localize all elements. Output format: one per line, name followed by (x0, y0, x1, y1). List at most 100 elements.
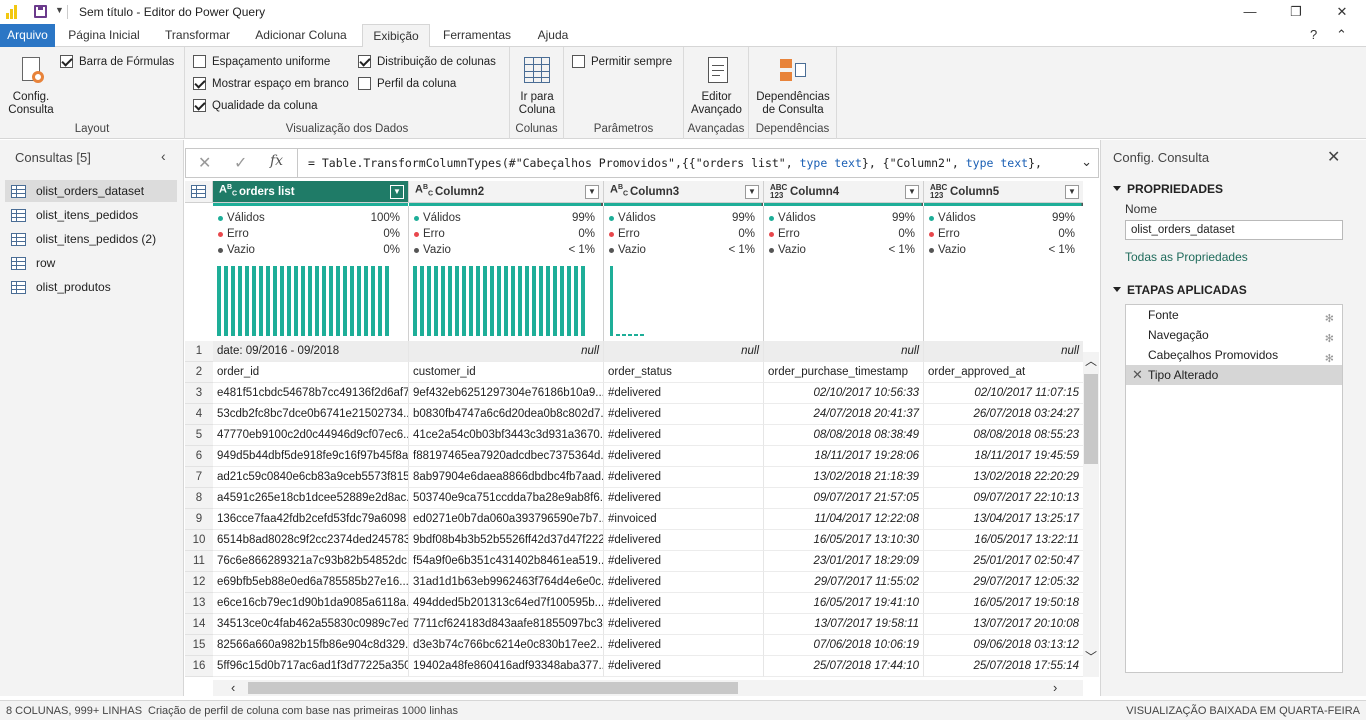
table-cell[interactable]: 29/07/2017 12:05:32 (924, 572, 1083, 593)
formula-input[interactable]: = Table.TransformColumnTypes(#"Cabeçalho… (308, 156, 1042, 170)
table-cell[interactable]: #invoiced (604, 509, 764, 530)
table-cell[interactable]: 76c6e866289321a7c93b82b54852dc... (213, 551, 409, 572)
table-cell[interactable]: 7711cf624183d843aafe81855097bc37 (409, 614, 604, 635)
row-number[interactable]: 7 (185, 467, 213, 488)
row-number[interactable]: 6 (185, 446, 213, 467)
formula-bar-checkbox[interactable]: Barra de Fórmulas (60, 55, 174, 68)
column-distribution-checkbox[interactable]: Distribuição de colunas (358, 55, 496, 68)
table-cell[interactable]: 18/11/2017 19:28:06 (764, 446, 924, 467)
table-cell[interactable]: null (924, 341, 1083, 362)
table-cell[interactable]: 136cce7faa42fdb2cefd53fdc79a6098 (213, 509, 409, 530)
table-cell[interactable]: null (604, 341, 764, 362)
scroll-right-icon[interactable]: › (1053, 680, 1057, 695)
table-cell[interactable]: 24/07/2018 20:41:37 (764, 404, 924, 425)
table-cell[interactable]: f88197465ea7920adcdbec7375364d... (409, 446, 604, 467)
tab-arquivo[interactable]: Arquivo (0, 24, 55, 47)
table-cell[interactable]: 9ef432eb6251297304e76186b10a9... (409, 383, 604, 404)
row-number[interactable]: 16 (185, 656, 213, 677)
table-cell[interactable]: a4591c265e18cb1dcee52889e2d8ac... (213, 488, 409, 509)
fx-icon[interactable]: fx (270, 153, 283, 169)
table-cell[interactable]: #delivered (604, 425, 764, 446)
table-cell[interactable]: 9bdf08b4b3b52b5526ff42d37d47f222 (409, 530, 604, 551)
table-cell[interactable]: order_approved_at (924, 362, 1083, 383)
scroll-up-icon[interactable]: ︿ (1085, 352, 1097, 369)
table-cell[interactable]: 07/06/2018 10:06:19 (764, 635, 924, 656)
table-cell[interactable]: ad21c59c0840e6cb83a9ceb5573f8159 (213, 467, 409, 488)
table-cell[interactable]: 18/11/2017 19:45:59 (924, 446, 1083, 467)
commit-formula-icon[interactable]: ✓ (234, 153, 247, 173)
table-cell[interactable]: ed0271e0b7da060a393796590e7b7... (409, 509, 604, 530)
query-item[interactable]: olist_itens_pedidos (5, 204, 177, 226)
go-to-column-button[interactable]: Ir para Coluna (512, 55, 562, 117)
all-properties-link[interactable]: Todas as Propriedades (1125, 250, 1248, 264)
delete-step-icon[interactable]: ✕ (1132, 365, 1143, 385)
table-cell[interactable]: 23/01/2017 18:29:09 (764, 551, 924, 572)
restore-icon[interactable]: ❐ (1282, 2, 1310, 22)
table-cell[interactable]: e69bfb5eb88e0ed6a785585b27e16... (213, 572, 409, 593)
vertical-scrollbar[interactable]: ︿ ﹀ (1083, 352, 1099, 677)
table-cell[interactable]: #delivered (604, 446, 764, 467)
query-dependencies-button[interactable]: Dependências de Consulta (751, 55, 835, 117)
column-filter-icon[interactable]: ▼ (745, 185, 759, 199)
column-quality-checkbox[interactable]: Qualidade da coluna (193, 99, 318, 112)
type-abc123-icon[interactable]: ABC 123 (930, 183, 947, 200)
row-number[interactable]: 9 (185, 509, 213, 530)
table-cell[interactable]: 16/05/2017 19:41:10 (764, 593, 924, 614)
table-cell[interactable]: 13/04/2017 13:25:17 (924, 509, 1083, 530)
table-cell[interactable]: 16/05/2017 13:22:11 (924, 530, 1083, 551)
table-cell[interactable]: 494dded5b201313c64ed7f100595b... (409, 593, 604, 614)
collapse-ribbon-icon[interactable]: ⌃ (1336, 27, 1347, 43)
horizontal-scrollbar[interactable]: ‹ › (213, 680, 1083, 696)
table-cell[interactable]: 47770eb9100c2d0c44946d9cf07ec6... (213, 425, 409, 446)
table-cell[interactable]: 13/07/2017 19:58:11 (764, 614, 924, 635)
expand-formula-icon[interactable]: ⌄ (1081, 154, 1092, 170)
type-abc-icon[interactable]: ABC (610, 184, 628, 198)
tab-transformar[interactable]: Transformar (155, 24, 240, 47)
table-cell[interactable]: order_purchase_timestamp (764, 362, 924, 383)
table-cell[interactable]: 09/06/2018 03:13:12 (924, 635, 1083, 656)
row-number[interactable]: 5 (185, 425, 213, 446)
table-cell[interactable]: 53cdb2fc8bc7dce0b6741e21502734... (213, 404, 409, 425)
query-name-input[interactable]: olist_orders_dataset (1125, 220, 1343, 240)
table-cell[interactable]: 31ad1d1b63eb9962463f764d4e6e0c... (409, 572, 604, 593)
column-header[interactable]: ABC 123 Column5 ▼ (924, 181, 1083, 203)
column-filter-icon[interactable]: ▼ (585, 185, 599, 199)
scroll-down-icon[interactable]: ﹀ (1085, 648, 1097, 665)
table-cell[interactable]: #delivered (604, 572, 764, 593)
advanced-editor-button[interactable]: Editor Avançado (686, 55, 747, 117)
query-item[interactable]: olist_itens_pedidos (2) (5, 228, 177, 250)
table-cell[interactable]: #delivered (604, 635, 764, 656)
cancel-formula-icon[interactable]: ✕ (198, 153, 211, 173)
table-cell[interactable]: order_id (213, 362, 409, 383)
table-cell[interactable]: null (764, 341, 924, 362)
save-icon[interactable] (34, 5, 47, 18)
table-cell[interactable]: e6ce16cb79ec1d90b1da9085a6118a... (213, 593, 409, 614)
column-filter-icon[interactable]: ▼ (1065, 185, 1079, 199)
scroll-thumb[interactable] (248, 682, 738, 694)
table-cell[interactable]: #delivered (604, 656, 764, 677)
column-header[interactable]: ABC 123 Column4 ▼ (764, 181, 924, 203)
table-cell[interactable]: #delivered (604, 551, 764, 572)
table-cell[interactable]: 16/05/2017 13:10:30 (764, 530, 924, 551)
scroll-left-icon[interactable]: ‹ (231, 680, 235, 695)
table-cell[interactable]: d3e3b74c766bc6214e0c830b17ee2... (409, 635, 604, 656)
row-number[interactable]: 13 (185, 593, 213, 614)
quick-access-dropdown-icon[interactable]: ▼ (55, 5, 64, 15)
table-cell[interactable]: #delivered (604, 488, 764, 509)
close-window-icon[interactable]: ✕ (1328, 2, 1356, 22)
query-item[interactable]: row (5, 252, 177, 274)
applied-steps-header[interactable]: ETAPAS APLICADAS (1113, 283, 1247, 297)
close-pane-icon[interactable]: ✕ (1327, 147, 1340, 167)
tab-ferramentas[interactable]: Ferramentas (437, 24, 517, 47)
table-cell[interactable]: 29/07/2017 11:55:02 (764, 572, 924, 593)
table-cell[interactable]: 8ab97904e6daea8866dbdbc4fb7aad... (409, 467, 604, 488)
column-header[interactable]: ABC Column2 ▼ (409, 181, 604, 203)
query-item[interactable]: olist_orders_dataset (5, 180, 177, 202)
row-number[interactable]: 2 (185, 362, 213, 383)
row-number[interactable]: 1 (185, 341, 213, 362)
table-cell[interactable]: b0830fb4747a6c6d20dea0b8c802d7... (409, 404, 604, 425)
row-number[interactable]: 4 (185, 404, 213, 425)
column-filter-icon[interactable]: ▼ (390, 185, 404, 199)
step-item[interactable]: Fonte ✻ (1126, 305, 1342, 325)
table-cell[interactable]: 02/10/2017 11:07:15 (924, 383, 1083, 404)
